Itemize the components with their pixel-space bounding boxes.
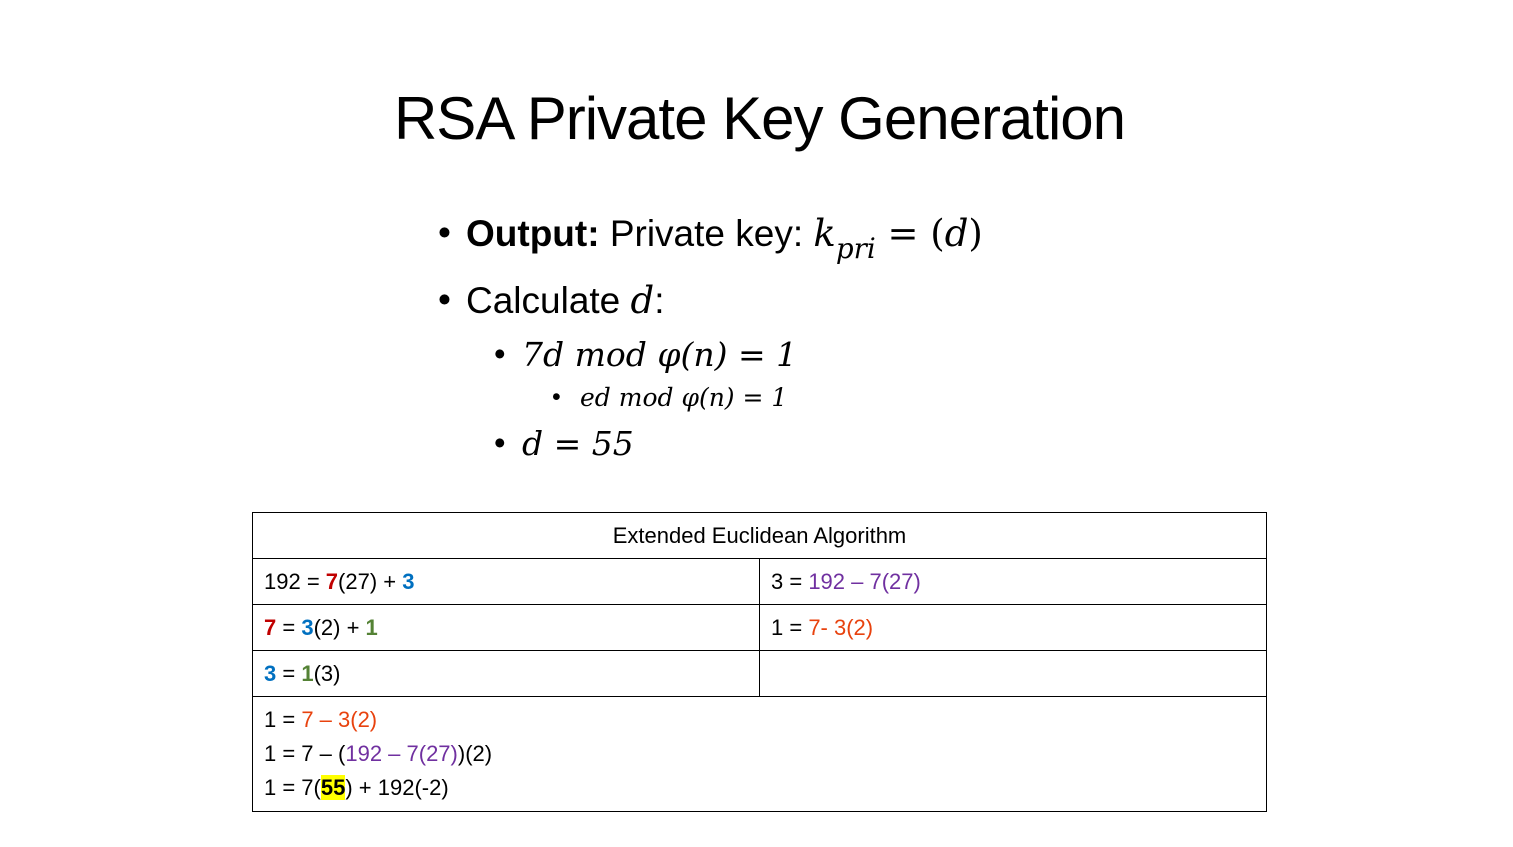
table-row: 7 = 3(2) + 1 1 = 7- 3(2) bbox=[252, 604, 1267, 651]
bullet-calculate: • Calculate d: bbox=[438, 279, 665, 322]
equation-7d: 7d mod φ(n) = 1 bbox=[522, 335, 798, 374]
equation-ed: ed mod φ(n) = 1 bbox=[580, 383, 788, 412]
table-row: 3 = 1(3) bbox=[252, 650, 1267, 697]
calc-text: Calculate bbox=[466, 280, 631, 321]
table-cell: 1 = 7- 3(2) bbox=[759, 604, 1267, 651]
equation-d: d = 55 bbox=[522, 424, 634, 463]
summary-line: 1 = 7 – (192 – 7(27))(2) bbox=[264, 741, 493, 766]
table-summary-cell: 1 = 7 – 3(2) 1 = 7 – (192 – 7(27))(2) 1 … bbox=[252, 696, 1267, 812]
bullet-dot: • bbox=[494, 335, 506, 372]
table-cell: 7 = 3(2) + 1 bbox=[252, 604, 760, 651]
bullet-output: • Output: Private key: kpri = (d) bbox=[438, 212, 983, 266]
calc-d: d bbox=[630, 279, 655, 322]
table-cell: 192 = 7(27) + 3 bbox=[252, 558, 760, 605]
sub-bullet-eq1: • 7d mod φ(n) = 1 bbox=[494, 335, 797, 374]
table-cell-empty bbox=[759, 650, 1267, 697]
output-formula: kpri = (d) bbox=[813, 212, 983, 266]
output-label: Output: bbox=[466, 213, 600, 254]
table-row-summary: 1 = 7 – 3(2) 1 = 7 – (192 – 7(27))(2) 1 … bbox=[252, 696, 1267, 812]
summary-line: 1 = 7 – 3(2) bbox=[264, 707, 378, 732]
summary-line: 1 = 7(55) + 192(-2) bbox=[264, 775, 449, 800]
output-text: Private key: bbox=[599, 213, 814, 254]
bullet-list: • Output: Private key: kpri = (d) • Calcul… bbox=[0, 0, 1513, 500]
table-cell: 3 = 1(3) bbox=[252, 650, 760, 697]
bullet-dot: • bbox=[438, 212, 451, 253]
sub-bullet-eq3: • d = 55 bbox=[494, 424, 634, 463]
table-row: 192 = 7(27) + 3 3 = 192 – 7(27) bbox=[252, 558, 1267, 605]
sub-sub-bullet-eq2: • ed mod φ(n) = 1 bbox=[552, 383, 787, 413]
table-header: Extended Euclidean Algorithm bbox=[252, 512, 1267, 559]
bullet-dot: • bbox=[494, 424, 506, 461]
highlighted-55: 55 bbox=[320, 775, 346, 800]
table-cell: 3 = 192 – 7(27) bbox=[759, 558, 1267, 605]
bullet-dot: • bbox=[438, 279, 451, 320]
bullet-dot: • bbox=[552, 383, 561, 411]
euclidean-table: Extended Euclidean Algorithm 192 = 7(27)… bbox=[252, 512, 1267, 812]
